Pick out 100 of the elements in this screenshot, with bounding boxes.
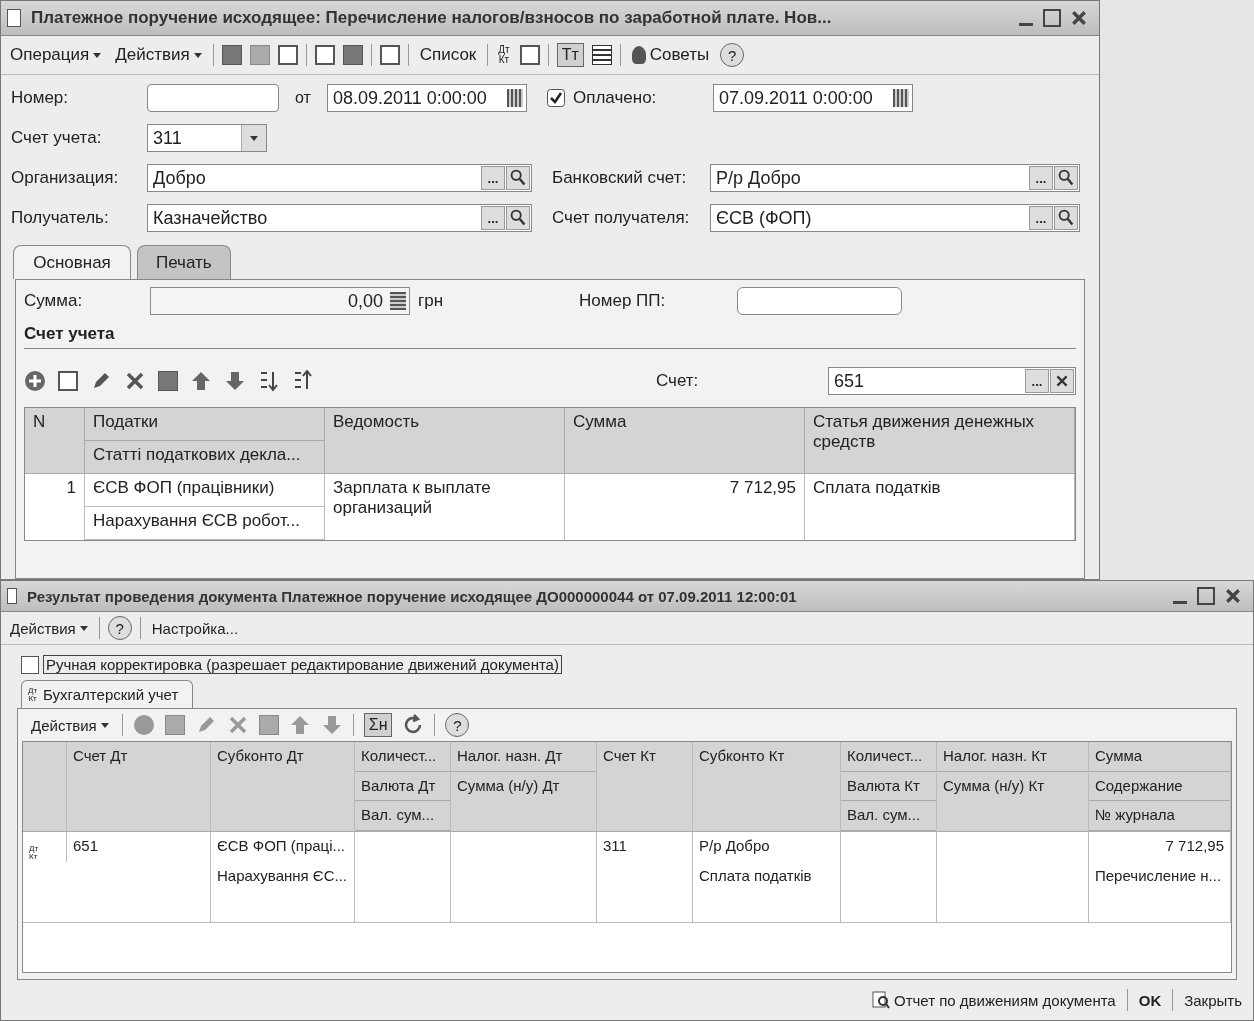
table-cell: ЄСВ ФОП (працівники) [85,474,325,507]
column-header[interactable]: N [25,408,85,474]
table-cell-text: 651 [72,836,100,856]
minimize-button[interactable] [1173,600,1187,604]
up-arrow-icon[interactable] [190,370,212,392]
field-label: Оплачено: [573,88,658,108]
select-button[interactable]: ... [481,206,505,230]
column-header[interactable]: Статья движения денежных средств [805,408,1075,474]
sort-ascending-icon[interactable] [258,370,280,392]
close-window-button[interactable]: Закрыть [1181,989,1245,1011]
search-icon[interactable] [506,206,530,230]
down-arrow-icon[interactable] [224,370,246,392]
table-cell-text: Сплата податків [698,866,813,886]
table-cell: Сплата податків [805,474,1075,540]
menu-button[interactable]: Действия [112,43,205,67]
account-filter-field[interactable]: 651 ... [828,367,1076,395]
number-field[interactable] [147,84,279,112]
column-header[interactable]: Статті податкових декла... [85,441,325,474]
sort-descending-icon[interactable] [292,370,314,392]
caret-icon [100,722,109,728]
window-title: Результат проведения документа Платежное поручение исходящее ДО000000044 от 07.09.2011 12:00:01 [27,587,798,605]
caret-icon [250,135,258,141]
help-button[interactable]: ? [107,616,132,640]
dt-kt-icon: Дт Кт [29,845,39,861]
field-label: Сумма: [24,291,84,311]
search-icon[interactable] [506,166,530,190]
minimize-button[interactable] [1019,22,1033,26]
maximize-button[interactable] [1043,9,1061,27]
column-header[interactable]: Сумма [565,408,805,474]
table-cell-text: Нарахування ЄС... [216,866,348,886]
manual-edit-checkbox[interactable] [21,655,39,674]
field-label: Банковский счет: [552,168,688,188]
calculator-icon[interactable] [390,292,406,310]
lookup-field[interactable]: Р/р Добро ... [710,164,1080,192]
caret-icon [79,625,88,631]
field-label: Получатель: [11,208,110,228]
table-cell: Зарплата к выплате организаций [325,474,565,540]
field-label: Счет получателя: [552,208,691,228]
lookup-field[interactable]: Казначейство ... [147,204,532,232]
field-label: от [294,89,312,107]
sum-toggle-button[interactable]: Σн [363,713,393,737]
lookup-field[interactable]: Добро ... [147,164,532,192]
table-cell-text: Р/р Добро [698,836,771,856]
column-header[interactable]: Ведомость [325,408,565,474]
add-icon[interactable] [132,714,155,736]
column-header[interactable]: Податки [85,408,325,441]
settings-button[interactable]: Настройка... [148,617,242,639]
paid-checkbox[interactable] [547,89,565,107]
delete-icon[interactable] [124,370,146,392]
amount-field[interactable]: 0,00 [150,287,410,315]
clear-icon[interactable] [1050,369,1074,393]
tips-button[interactable]: Советы [628,43,713,67]
magnifier-icon [871,991,890,1009]
calendar-icon[interactable] [893,89,909,107]
list-icon[interactable] [591,45,612,65]
close-button[interactable] [1225,588,1241,604]
date-field[interactable]: 08.09.2011 0:00:00 [327,84,527,112]
lookup-field[interactable]: ЄСВ (ФОП) ... [710,204,1080,232]
movements-report-button[interactable]: Отчет по движениям документа [868,989,1119,1011]
search-icon[interactable] [1054,206,1078,230]
menu-button[interactable]: Операция [7,43,105,67]
currency-label: грн [418,291,444,311]
close-button[interactable] [1071,10,1087,26]
calendar-icon[interactable] [507,89,523,107]
account-dropdown[interactable]: 311 [147,124,267,152]
field-label: Номер: [11,88,70,108]
table-cell-text: 7 712,95 [1164,836,1225,856]
checkbox-label: Ручная корректировка (разрешает редактирование движений документа) [43,655,562,674]
menu-button[interactable]: Действия [28,714,112,736]
field-label: Номер ПП: [579,291,667,311]
table-cell: Нарахування ЄСВ робот... [85,507,325,540]
maximize-button[interactable] [1197,587,1215,605]
table-cell-text: 311 [602,836,628,856]
tab[interactable]: Основная [13,245,131,279]
tab[interactable]: Печать [137,245,231,279]
dt-kt-icon: Дт Кт [28,686,38,703]
dropdown-button[interactable] [241,125,266,151]
dt-kt-button[interactable]: Дт Кт [496,45,512,65]
field-label: Организация: [11,168,120,188]
field-label: Счет: [656,371,700,391]
help-button[interactable]: ? [445,713,470,737]
ok-button[interactable]: OK [1135,989,1165,1011]
window-title: Платежное поручение исходящее: Перечисление налогов/взносов по заработной плате. Нов... [31,8,833,28]
text-toggle-button[interactable]: Тт [556,43,584,67]
section-title: Счет учета [24,320,1076,349]
add-icon[interactable] [24,370,46,392]
pp-number-field[interactable] [737,287,903,315]
help-button[interactable]: ? [720,43,745,67]
table-cell: 1 [25,474,85,540]
paid-date-field[interactable]: 07.09.2011 0:00:00 [713,84,913,112]
list-button[interactable]: Список [416,43,480,67]
search-icon[interactable] [1054,166,1078,190]
table-cell-text: ЄСВ ФОП (праці... [216,836,347,856]
select-button[interactable]: ... [1029,166,1053,190]
menu-button[interactable]: Действия [7,617,91,639]
select-button[interactable]: ... [481,166,505,190]
select-button[interactable]: ... [1025,369,1049,393]
select-button[interactable]: ... [1029,206,1053,230]
lightbulb-icon [631,46,646,64]
table-cell-text: Перечисление н... [1094,866,1223,886]
